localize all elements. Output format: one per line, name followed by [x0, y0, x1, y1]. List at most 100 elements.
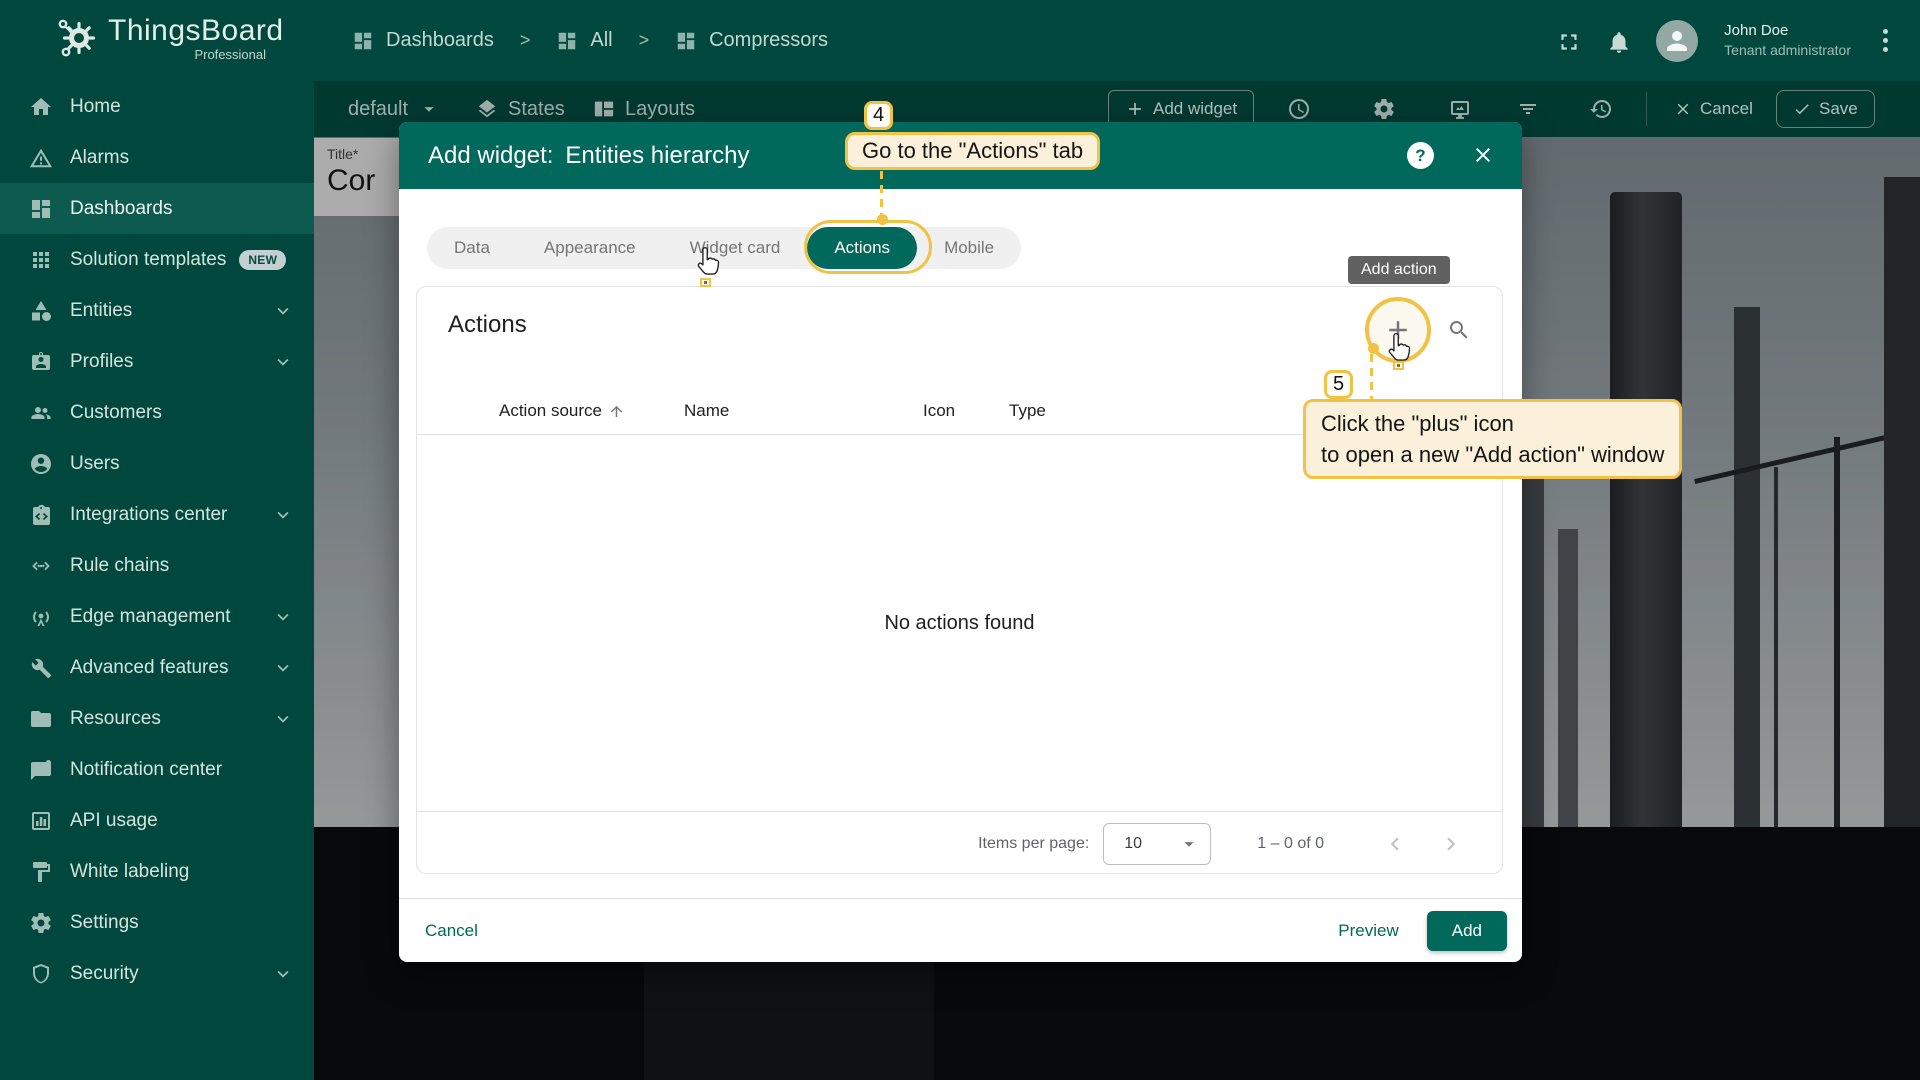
- help-icon[interactable]: ?: [1407, 142, 1434, 169]
- sidebar-item-resources[interactable]: Resources: [0, 693, 314, 744]
- search-icon[interactable]: [1447, 318, 1471, 342]
- people-icon: [29, 401, 53, 425]
- add-action-tooltip: Add action: [1348, 256, 1450, 284]
- tab-data[interactable]: Data: [427, 227, 517, 269]
- breadcrumb: Dashboards > All > Compressors: [352, 0, 828, 81]
- chevron-down-icon: [272, 504, 294, 526]
- chevron-down-icon: [272, 657, 294, 679]
- dialog-footer: Cancel Preview Add: [399, 898, 1522, 962]
- breadcrumb-item-all[interactable]: All: [556, 29, 612, 52]
- items-per-page-value: 10: [1124, 835, 1142, 853]
- next-page-icon[interactable]: [1438, 831, 1464, 857]
- chevron-down-icon: [272, 351, 294, 373]
- chart-icon: [29, 809, 53, 833]
- dialog-close-icon[interactable]: [1467, 139, 1499, 171]
- sidebar-item-label: Solution templates: [70, 249, 226, 271]
- avatar[interactable]: [1656, 20, 1698, 62]
- sidebar-item-alarms[interactable]: Alarms: [0, 132, 314, 183]
- sidebar-item-white-labeling[interactable]: White labeling: [0, 846, 314, 897]
- column-header-icon[interactable]: Icon: [923, 401, 955, 421]
- tour-step-5-line1: Click the "plus" icon: [1321, 408, 1664, 439]
- tour-step-5-badge: 5: [1324, 370, 1353, 399]
- page-range: 1 – 0 of 0: [1257, 835, 1324, 853]
- folder-icon: [29, 707, 53, 731]
- sidebar-item-api-usage[interactable]: API usage: [0, 795, 314, 846]
- gear-icon: [29, 911, 53, 935]
- sidebar-item-label: Rule chains: [70, 555, 169, 577]
- sidebar-item-profiles[interactable]: Profiles: [0, 336, 314, 387]
- dashboard-icon: [556, 30, 578, 52]
- sidebar-item-advanced-features[interactable]: Advanced features: [0, 642, 314, 693]
- preview-button[interactable]: Preview: [1338, 921, 1398, 941]
- items-per-page-select[interactable]: 10: [1103, 823, 1211, 865]
- sidebar-item-label: Settings: [70, 912, 139, 934]
- sidebar-item-label: Alarms: [70, 147, 129, 169]
- shield-icon: [29, 962, 53, 986]
- fullscreen-icon[interactable]: [1556, 29, 1580, 53]
- more-menu-icon[interactable]: [1877, 25, 1894, 56]
- sidebar: Home Alarms Dashboards Solution templates NE…: [0, 81, 314, 1080]
- column-header-action-source[interactable]: Action source: [499, 401, 625, 421]
- sidebar-item-users[interactable]: Users: [0, 438, 314, 489]
- breadcrumb-separator: >: [627, 30, 662, 51]
- rulechain-icon: [29, 554, 53, 578]
- sort-ascending-icon: [608, 403, 625, 420]
- category-icon: [29, 299, 53, 323]
- add-button[interactable]: Add: [1427, 911, 1507, 951]
- chevron-down-icon: [272, 708, 294, 730]
- breadcrumb-item-compressors[interactable]: Compressors: [675, 29, 828, 52]
- sidebar-item-notification-center[interactable]: Notification center: [0, 744, 314, 795]
- paginator: Items per page: 10 1 – 0 of 0: [417, 811, 1502, 875]
- sidebar-item-label: White labeling: [70, 861, 189, 883]
- tour-connector-dot: [877, 214, 888, 225]
- sidebar-item-label: API usage: [70, 810, 158, 832]
- alarm-icon: [29, 146, 53, 170]
- sidebar-item-label: Advanced features: [70, 657, 228, 679]
- dialog-tabs: DataAppearanceWidget cardActionsMobile: [427, 227, 1021, 269]
- tour-connector-line: [880, 171, 883, 217]
- previous-page-icon[interactable]: [1382, 831, 1408, 857]
- sidebar-item-label: Notification center: [70, 759, 222, 781]
- tab-appearance[interactable]: Appearance: [517, 227, 663, 269]
- tour-step-4-badge: 4: [864, 101, 893, 130]
- sidebar-item-solution-templates[interactable]: Solution templates NEW: [0, 234, 314, 285]
- sidebar-item-label: Dashboards: [70, 198, 172, 220]
- sidebar-item-home[interactable]: Home: [0, 81, 314, 132]
- sidebar-item-rule-chains[interactable]: Rule chains: [0, 540, 314, 591]
- user-role: Tenant administrator: [1724, 41, 1851, 60]
- tour-step-5-callout: Click the "plus" icon to open a new "Add…: [1303, 399, 1682, 479]
- sidebar-item-customers[interactable]: Customers: [0, 387, 314, 438]
- sidebar-item-settings[interactable]: Settings: [0, 897, 314, 948]
- column-header-name[interactable]: Name: [684, 401, 729, 421]
- cancel-button[interactable]: Cancel: [425, 921, 478, 941]
- apps-icon: [29, 248, 53, 272]
- sidebar-item-security[interactable]: Security: [0, 948, 314, 999]
- sidebar-item-label: Integrations center: [70, 504, 227, 526]
- sidebar-item-label: Home: [70, 96, 121, 118]
- person-icon: [29, 452, 53, 476]
- sidebar-item-integrations-center[interactable]: Integrations center: [0, 489, 314, 540]
- home-icon: [29, 95, 53, 119]
- sidebar-item-label: Profiles: [70, 351, 133, 373]
- sidebar-item-dashboards[interactable]: Dashboards: [0, 183, 314, 234]
- sidebar-item-label: Edge management: [70, 606, 231, 628]
- breadcrumb-item-dashboards[interactable]: Dashboards: [352, 29, 494, 52]
- app-logo[interactable]: ThingsBoard Professional: [52, 14, 284, 62]
- tab-widget-card[interactable]: Widget card: [663, 227, 808, 269]
- tab-mobile[interactable]: Mobile: [917, 227, 1021, 269]
- breadcrumb-separator: >: [508, 30, 543, 51]
- app-name: ThingsBoard: [108, 14, 284, 48]
- items-per-page-label: Items per page:: [978, 835, 1089, 853]
- widget-name: Entities hierarchy: [565, 142, 749, 169]
- build-icon: [29, 656, 53, 680]
- column-header-type[interactable]: Type: [1009, 401, 1046, 421]
- notifications-bell-icon[interactable]: [1606, 29, 1630, 53]
- sidebar-item-entities[interactable]: Entities: [0, 285, 314, 336]
- new-badge: NEW: [239, 250, 286, 270]
- message-icon: [29, 758, 53, 782]
- sidebar-item-label: Customers: [70, 402, 162, 424]
- dashboard-icon: [675, 30, 697, 52]
- sidebar-item-label: Security: [70, 963, 139, 985]
- sidebar-item-edge-management[interactable]: Edge management: [0, 591, 314, 642]
- tour-highlight-actions-tab: [804, 220, 932, 274]
